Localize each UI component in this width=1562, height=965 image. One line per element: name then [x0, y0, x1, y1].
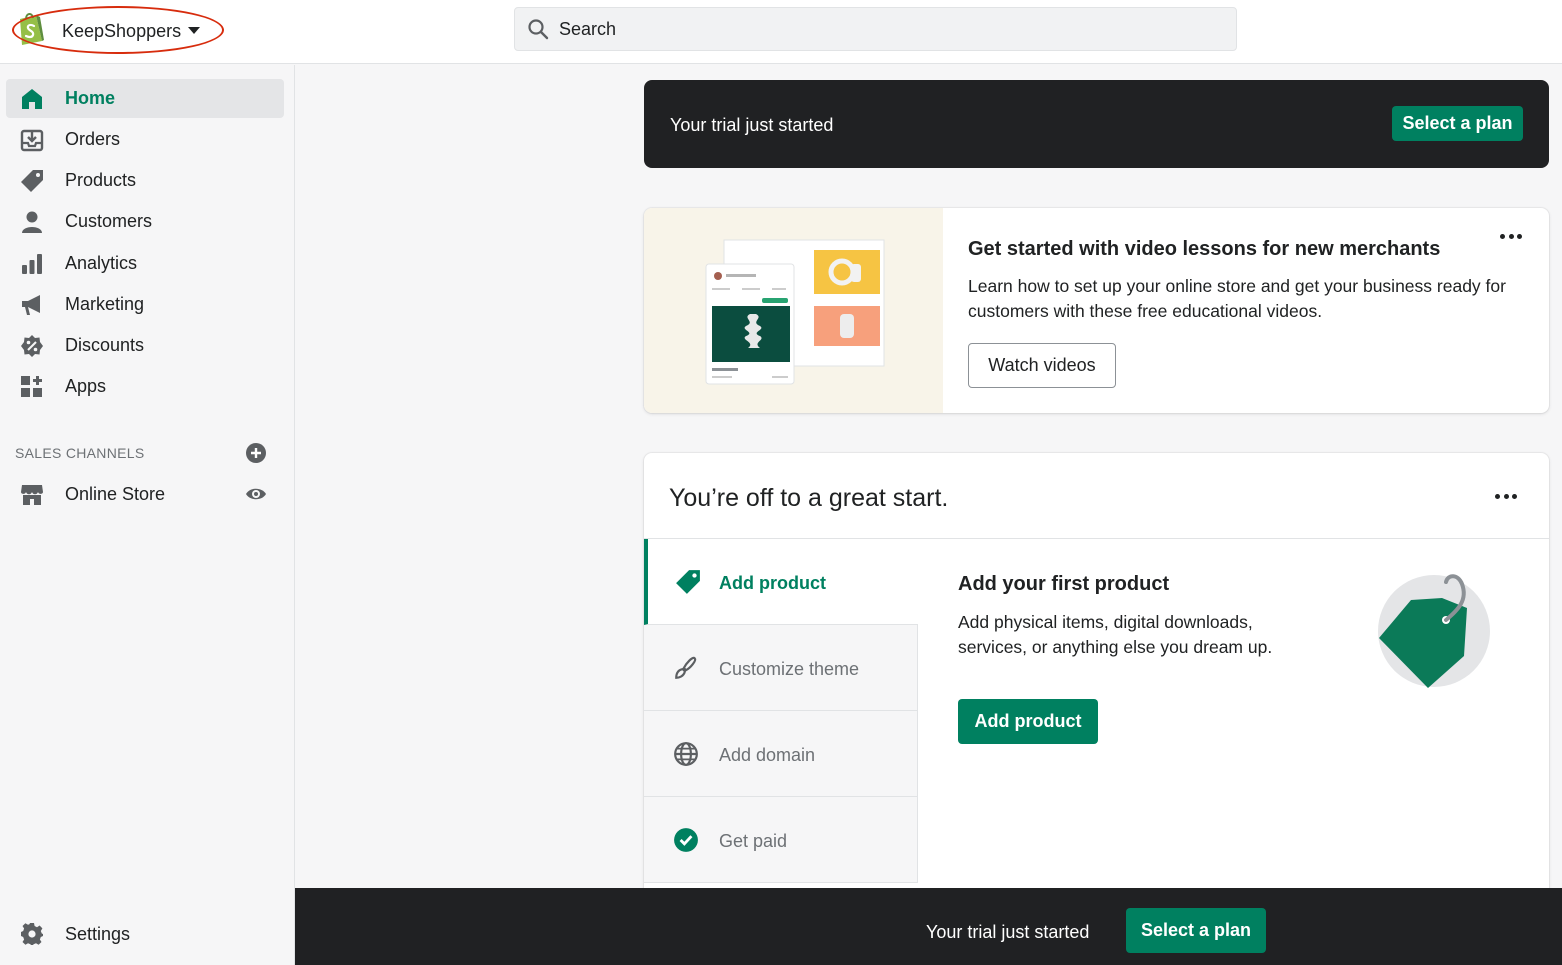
discount-icon [21, 335, 43, 357]
add-product-button[interactable]: Add product [958, 699, 1098, 744]
step-detail-description: Add physical items, digital downloads, s… [958, 612, 1273, 657]
dashboard-preview-image [705, 239, 885, 385]
store-switcher[interactable]: KeepShoppers [12, 6, 224, 54]
bottom-select-plan-button[interactable]: Select a plan [1126, 908, 1266, 953]
setup-guide-title: You’re off to a great start. [669, 484, 949, 512]
sidebar-item-label: Marketing [65, 294, 145, 314]
step-label: Add product [719, 573, 826, 593]
top-bar: KeepShoppers [0, 0, 1562, 64]
sidebar-item-customers[interactable]: Customers [6, 202, 284, 241]
watch-videos-button[interactable]: Watch videos [968, 343, 1116, 388]
more-actions-icon[interactable] [1492, 489, 1520, 503]
tag-icon [21, 170, 43, 192]
globe-icon [674, 742, 698, 766]
sidebar-item-label: Home [65, 88, 116, 108]
step-label: Get paid [719, 831, 788, 851]
home-icon [22, 89, 42, 109]
sidebar-item-label: Online Store [65, 484, 166, 504]
sidebar-item-analytics[interactable]: Analytics [6, 244, 284, 283]
sidebar-item-orders[interactable]: Orders [6, 120, 284, 159]
tag-icon [676, 570, 700, 594]
sidebar-item-home[interactable]: Home [6, 79, 284, 118]
caret-down-icon [188, 27, 200, 34]
eye-icon[interactable] [245, 483, 267, 505]
sidebar-item-label: Analytics [65, 253, 138, 273]
orders-icon [20, 129, 44, 152]
select-plan-button[interactable]: Select a plan [1392, 106, 1523, 141]
gear-icon [21, 923, 43, 945]
product-tag-illustration [1378, 574, 1490, 688]
more-actions-icon[interactable] [1497, 229, 1525, 243]
step-label: Add domain [719, 745, 816, 765]
sidebar-item-apps[interactable]: Apps [6, 367, 284, 406]
step-get-paid[interactable]: Get paid [644, 797, 918, 883]
person-icon [22, 211, 42, 233]
sidebar-item-label: Settings [65, 924, 131, 944]
sidebar-item-label: Apps [65, 376, 107, 396]
step-add-product[interactable]: Add product [644, 539, 918, 625]
step-label: Customize theme [719, 659, 860, 679]
store-icon [21, 485, 43, 505]
brush-icon [675, 656, 697, 679]
bottom-trial-banner: Your trial just started Select a plan [295, 888, 1562, 965]
step-detail-title: Add your first product [958, 573, 1170, 595]
trial-banner-text: Your trial just started [670, 115, 834, 135]
bottom-trial-text: Your trial just started [926, 922, 1090, 942]
shopify-logo-icon [20, 13, 44, 45]
step-add-domain[interactable]: Add domain [644, 711, 918, 797]
sidebar-item-label: Orders [65, 129, 121, 149]
sidebar-item-products[interactable]: Products [6, 161, 284, 200]
search-bar[interactable] [514, 7, 1237, 51]
bar-chart-icon [22, 254, 42, 274]
video-card-title: Get started with video lessons for new m… [968, 238, 1441, 260]
sidebar-item-discounts[interactable]: Discounts [6, 326, 284, 365]
store-name: KeepShoppers [62, 21, 182, 41]
search-icon [528, 19, 549, 40]
sidebar-item-online-store[interactable]: Online Store [6, 475, 284, 514]
sidebar-item-label: Customers [65, 211, 153, 231]
add-circle-icon[interactable] [245, 442, 267, 464]
sidebar-item-label: Products [65, 170, 137, 190]
trial-banner: Your trial just started Select a plan [644, 80, 1549, 168]
sidebar-item-settings[interactable]: Settings [6, 914, 284, 953]
sidebar: Home Orders Products Customers Analytics [0, 65, 295, 965]
video-card-description: Learn how to set up your online store an… [968, 276, 1506, 321]
sidebar-item-label: Discounts [65, 335, 145, 355]
check-circle-icon [674, 828, 698, 852]
search-input[interactable] [559, 18, 1199, 40]
apps-icon [21, 376, 42, 397]
sidebar-item-marketing[interactable]: Marketing [6, 285, 284, 324]
sales-channels-heading: SALES CHANNELS [15, 445, 145, 461]
megaphone-icon [22, 295, 40, 315]
video-lessons-illustration [644, 208, 943, 413]
setup-guide-card: You’re off to a great start. Add product… [644, 453, 1549, 923]
step-customize-theme[interactable]: Customize theme [644, 625, 918, 711]
video-lessons-card: Get started with video lessons for new m… [644, 208, 1549, 413]
